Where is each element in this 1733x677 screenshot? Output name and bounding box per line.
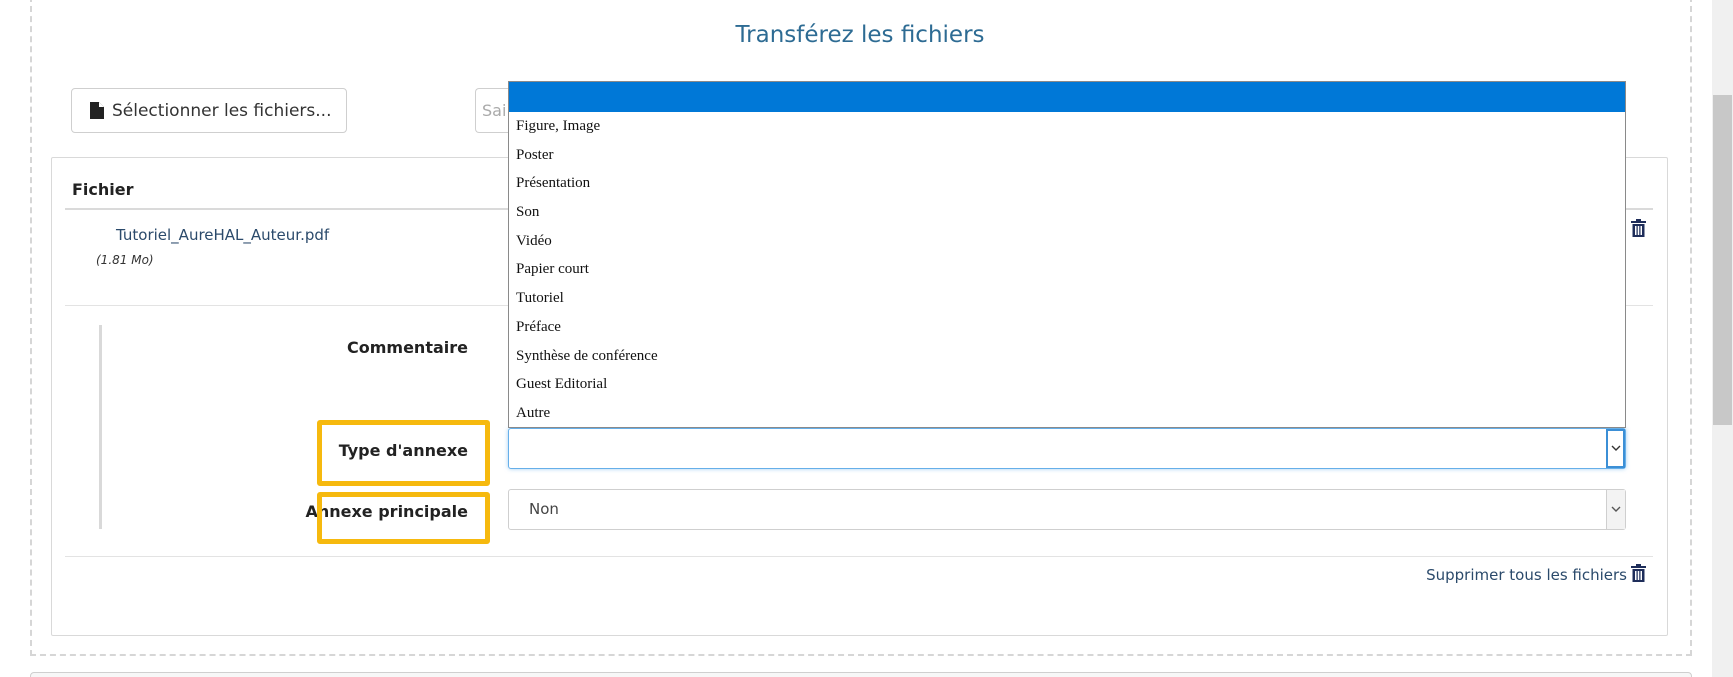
dropdown-option[interactable]: Vidéo [509,227,1625,256]
page-scrollbar-thumb[interactable] [1713,95,1732,425]
annex-type-highlight [317,420,490,486]
main-annex-select[interactable]: Non [508,489,1626,530]
annex-type-dropdown-list: Figure, Image Poster Présentation Son Vi… [508,81,1626,428]
dropdown-option[interactable]: Synthèse de conférence [509,342,1625,371]
main-annex-value: Non [529,500,559,518]
delete-all-files-link[interactable]: Supprimer tous les fichiers [1300,566,1627,584]
file-name[interactable]: Tutoriel_AureHAL_Auteur.pdf [116,226,329,244]
page-title: Transférez les fichiers [735,22,985,48]
file-icon [90,102,104,119]
dropdown-option[interactable]: Autre [509,399,1625,427]
dropdown-option[interactable]: Présentation [509,169,1625,198]
details-indent-bar [99,325,102,529]
dropdown-option[interactable]: Figure, Image [509,112,1625,141]
dropdown-option[interactable]: Guest Editorial [509,370,1625,399]
dropdown-option[interactable]: Tutoriel [509,284,1625,313]
dropdown-option-selected-empty[interactable] [509,82,1625,112]
select-files-label: Sélectionner les fichiers... [112,100,332,121]
annex-type-select[interactable] [508,428,1626,469]
main-annex-highlight [317,492,490,544]
delete-all-trash-icon[interactable] [1631,564,1646,587]
select-files-button[interactable]: Sélectionner les fichiers... [71,88,347,133]
file-size: (1.81 Mo) [96,253,154,267]
dropdown-option[interactable]: Papier court [509,255,1625,284]
next-section-panel [30,672,1692,677]
delete-file-trash-icon[interactable] [1631,219,1646,242]
chevron-down-icon[interactable] [1606,429,1625,468]
comment-label: Commentaire [347,338,468,357]
file-column-header: Fichier [72,180,134,199]
dropdown-option[interactable]: Préface [509,313,1625,342]
dropdown-option[interactable]: Poster [509,141,1625,170]
dropdown-option[interactable]: Son [509,198,1625,227]
footer-divider [65,556,1653,557]
chevron-down-icon[interactable] [1606,490,1625,529]
